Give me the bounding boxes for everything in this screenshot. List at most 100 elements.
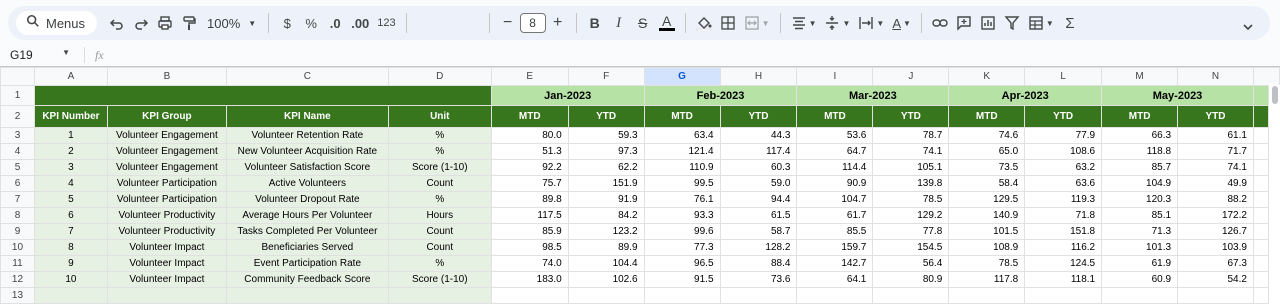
insert-link-button[interactable] [928, 10, 952, 36]
kpi-group-cell[interactable]: Volunteer Participation [106, 175, 227, 192]
value-cell[interactable]: 154.5 [872, 239, 950, 256]
value-cell[interactable]: 74.6 [948, 127, 1026, 144]
column-header-g[interactable]: G [643, 67, 721, 86]
collapse-toolbar-button[interactable] [1236, 14, 1260, 40]
kpi-number-cell[interactable]: 9 [33, 255, 108, 272]
value-cell[interactable]: 71.3 [1101, 223, 1179, 240]
value-cell[interactable]: 142.7 [796, 255, 874, 272]
value-cell[interactable]: 104.7 [796, 191, 874, 208]
value-cell[interactable]: 120.3 [1101, 191, 1179, 208]
row-header[interactable]: 13 [0, 287, 35, 304]
value-cell[interactable]: 76.1 [643, 191, 721, 208]
value-cell[interactable]: 85.9 [490, 223, 569, 240]
select-all-corner[interactable] [0, 67, 35, 86]
kpi-number-cell[interactable]: 5 [33, 191, 108, 208]
value-cell[interactable]: 94.4 [719, 191, 798, 208]
value-cell[interactable]: 59.3 [567, 127, 645, 144]
unit-cell[interactable]: Score (1-10) [387, 159, 492, 176]
value-cell[interactable]: 96.5 [643, 255, 721, 272]
menus-search[interactable]: Menus [16, 11, 98, 35]
value-cell[interactable]: 53.6 [796, 127, 874, 144]
unit-cell[interactable]: Count [387, 239, 492, 256]
value-cell[interactable]: 140.9 [948, 207, 1026, 224]
header-kpi-name[interactable]: KPI Name [225, 105, 389, 128]
strikethrough-button[interactable]: S [631, 10, 655, 36]
month-header[interactable]: Feb-2023 [643, 85, 798, 106]
kpi-name-cell[interactable]: Volunteer Dropout Rate [225, 191, 389, 208]
row-header[interactable]: 6 [0, 175, 35, 192]
unit-cell[interactable]: % [387, 127, 492, 144]
value-cell[interactable]: 64.1 [796, 271, 874, 288]
empty-cell[interactable] [1101, 287, 1179, 304]
value-cell[interactable]: 98.5 [490, 239, 569, 256]
value-cell[interactable]: 89.8 [490, 191, 569, 208]
value-cell[interactable]: 91.9 [567, 191, 645, 208]
unit-cell[interactable]: Count [387, 175, 492, 192]
header-kpi-number[interactable]: KPI Number [33, 105, 108, 128]
empty-cell[interactable] [567, 287, 645, 304]
value-cell[interactable]: 116.2 [1024, 239, 1103, 256]
sheet-table[interactable]: ABCDEFGHIJKLMN 1 Jan-2023 Feb-2023 Mar-2023… [0, 67, 1280, 304]
kpi-group-cell[interactable]: Volunteer Participation [106, 191, 227, 208]
column-header-i[interactable]: I [796, 67, 874, 86]
value-cell[interactable]: 108.9 [948, 239, 1026, 256]
row-header[interactable]: 1 [0, 85, 35, 106]
column-header-k[interactable]: K [948, 67, 1026, 86]
value-cell[interactable]: 117.5 [490, 207, 569, 224]
value-cell[interactable]: 60.9 [1101, 271, 1179, 288]
empty-cell[interactable] [33, 287, 108, 304]
unit-cell[interactable]: % [387, 143, 492, 160]
column-header-a[interactable]: A [33, 67, 108, 86]
currency-button[interactable]: $ [275, 10, 299, 36]
value-cell[interactable]: 117.8 [948, 271, 1026, 288]
unit-cell[interactable]: Score (1-10) [387, 271, 492, 288]
value-cell[interactable]: 84.2 [567, 207, 645, 224]
header-ytd[interactable]: YTD [567, 105, 645, 128]
filter-views-button[interactable]: ▼ [1024, 10, 1058, 36]
value-cell[interactable]: 159.7 [796, 239, 874, 256]
kpi-number-cell[interactable]: 2 [33, 143, 108, 160]
kpi-number-cell[interactable]: 4 [33, 175, 108, 192]
value-cell[interactable]: 117.4 [719, 143, 798, 160]
kpi-number-cell[interactable]: 1 [33, 127, 108, 144]
value-cell[interactable]: 172.2 [1177, 207, 1254, 224]
text-rotation-button[interactable]: A ▼ [888, 10, 915, 36]
value-cell[interactable]: 63.6 [1024, 175, 1103, 192]
empty-cell[interactable] [796, 287, 874, 304]
header-band[interactable] [33, 85, 492, 106]
month-header[interactable]: Mar-2023 [796, 85, 950, 106]
value-cell[interactable]: 78.5 [872, 191, 950, 208]
row-header[interactable]: 4 [0, 143, 35, 160]
filter-button[interactable] [1000, 10, 1024, 36]
kpi-group-cell[interactable]: Volunteer Productivity [106, 207, 227, 224]
empty-cell[interactable] [643, 287, 721, 304]
column-header-b[interactable]: B [106, 67, 227, 86]
value-cell[interactable]: 151.9 [567, 175, 645, 192]
kpi-number-cell[interactable]: 8 [33, 239, 108, 256]
empty-cell[interactable] [106, 287, 227, 304]
column-header-f[interactable]: F [567, 67, 645, 86]
row-header[interactable]: 7 [0, 191, 35, 208]
kpi-group-cell[interactable]: Volunteer Impact [106, 271, 227, 288]
value-cell[interactable]: 101.3 [1101, 239, 1179, 256]
value-cell[interactable]: 71.8 [1024, 207, 1103, 224]
column-header-d[interactable]: D [387, 67, 492, 86]
unit-cell[interactable]: Count [387, 223, 492, 240]
header-ytd[interactable]: YTD [1177, 105, 1254, 128]
value-cell[interactable]: 121.4 [643, 143, 721, 160]
value-cell[interactable]: 102.6 [567, 271, 645, 288]
header-kpi-group[interactable]: KPI Group [106, 105, 227, 128]
value-cell[interactable]: 114.4 [796, 159, 874, 176]
insert-comment-button[interactable] [952, 10, 976, 36]
column-header-n[interactable]: N [1177, 67, 1254, 86]
value-cell[interactable]: 101.5 [948, 223, 1026, 240]
unit-cell[interactable]: % [387, 191, 492, 208]
kpi-group-cell[interactable]: Volunteer Engagement [106, 127, 227, 144]
decrease-decimal-button[interactable]: .0 [323, 10, 347, 36]
value-cell[interactable]: 97.3 [567, 143, 645, 160]
insert-chart-button[interactable] [976, 10, 1000, 36]
increase-decimal-button[interactable]: .00 [347, 10, 373, 36]
value-cell[interactable]: 110.9 [643, 159, 721, 176]
empty-cell[interactable] [1024, 287, 1103, 304]
functions-button[interactable]: Σ [1058, 10, 1082, 36]
